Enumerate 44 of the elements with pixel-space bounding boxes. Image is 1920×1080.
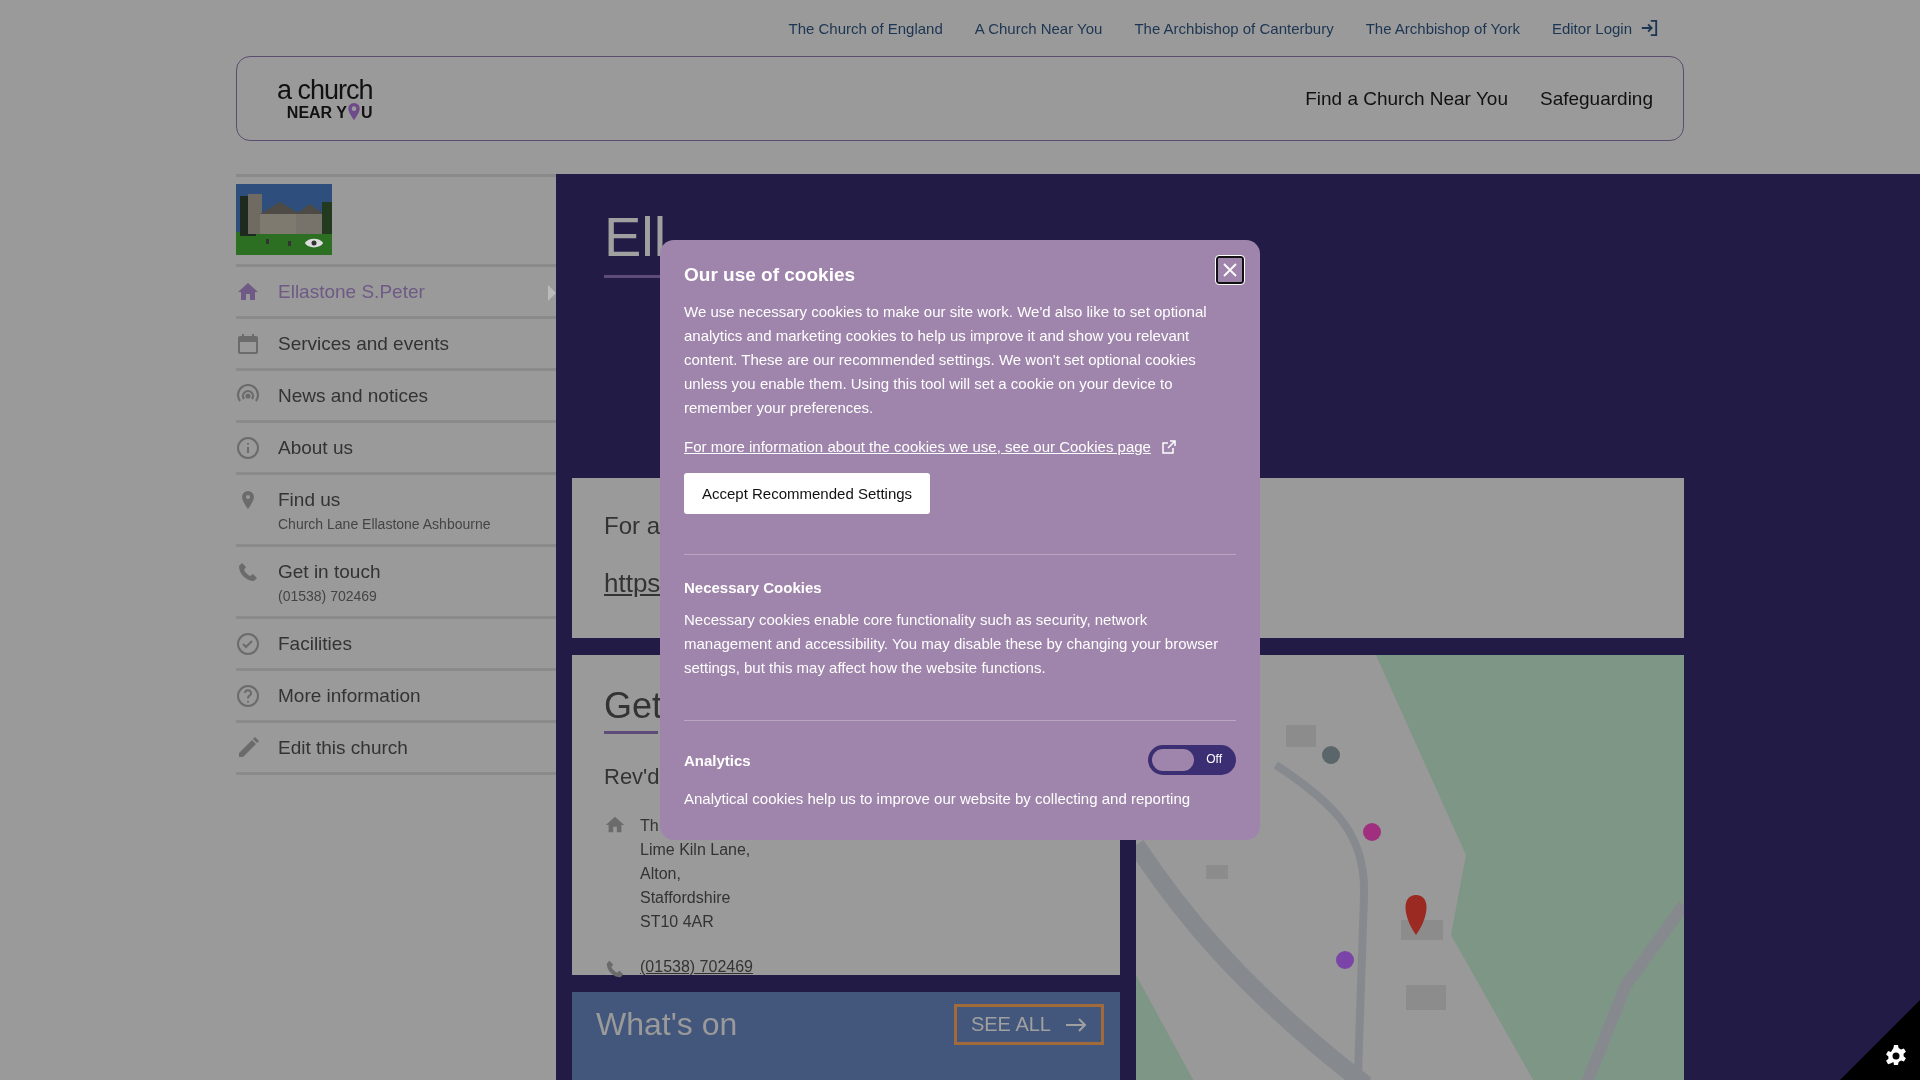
phone-icon xyxy=(604,958,626,980)
external-link-icon xyxy=(1160,438,1177,455)
info-text: For a xyxy=(604,512,661,540)
top-link[interactable]: The Church of England xyxy=(788,19,943,37)
sidebar-item[interactable]: Edit this church xyxy=(236,720,556,775)
cookies-page-link[interactable]: For more information about the cookies we use, see our Cookies page xyxy=(684,438,1236,455)
whats-on-title: What's on xyxy=(596,1005,738,1044)
settings-button[interactable] xyxy=(1840,1000,1920,1080)
address-line: ST10 4AR xyxy=(640,912,715,932)
top-link[interactable]: The Archbishop of Canterbury xyxy=(1134,19,1334,37)
close-button[interactable] xyxy=(1216,256,1244,284)
help-icon xyxy=(236,684,260,708)
dialog-text: We use necessary cookies to make our site work. We'd also like to set optional analytics and marketing cookies to help us improve it and show you relevant content. These are our recommended settings. We won't set optional cookies unless you enable them. Using this tool will set a cookie on your device to remember your preferences. xyxy=(684,302,1208,418)
see-all-button[interactable]: SEE ALL xyxy=(953,1004,1104,1045)
address-line: Lime Kiln Lane, xyxy=(640,840,751,860)
check-icon xyxy=(236,632,260,656)
section-title: Analytics xyxy=(684,751,751,769)
nav-link[interactable]: Safeguarding xyxy=(1539,87,1653,110)
address-line: Th xyxy=(640,816,660,836)
toggle-switch[interactable]: Off xyxy=(1148,745,1236,775)
accept-button[interactable]: Accept Recommended Settings xyxy=(684,473,931,514)
arrow-icon xyxy=(1065,1017,1087,1032)
phone-icon xyxy=(236,560,260,584)
top-link[interactable]: Editor Login xyxy=(1551,19,1658,37)
eye-icon[interactable] xyxy=(304,237,324,249)
top-link[interactable]: A Church Near You xyxy=(974,19,1103,37)
contact-name: Rev'd xyxy=(604,764,656,790)
nav-link[interactable]: Find a Church Near You xyxy=(1305,87,1508,110)
close-icon xyxy=(1222,262,1238,278)
logo[interactable]: a church NEAR Y U xyxy=(277,76,373,121)
settings-icon xyxy=(1884,1044,1908,1068)
address-line: Staffordshire xyxy=(640,888,732,908)
section-text: Analytical cookies help us to improve our website by collecting and reporting xyxy=(684,789,1192,809)
website-link[interactable]: https xyxy=(604,568,661,599)
phone-link[interactable]: (01538) 702469 xyxy=(640,958,753,980)
address-line: Alton, xyxy=(640,864,682,884)
section-title: Necessary Cookies xyxy=(684,579,822,596)
info-icon xyxy=(236,436,260,460)
section-text: Necessary cookies enable core functionality such as security, network management and accessibility. You may disable these by changing your browser settings, but this may affect how the website functions. xyxy=(684,610,1220,678)
calendar-icon xyxy=(236,332,260,356)
dialog-title: Our use of cookies xyxy=(684,264,857,286)
login-icon xyxy=(1640,19,1658,37)
top-link[interactable]: The Archbishop of York xyxy=(1365,19,1520,37)
pencil-icon xyxy=(236,736,260,760)
